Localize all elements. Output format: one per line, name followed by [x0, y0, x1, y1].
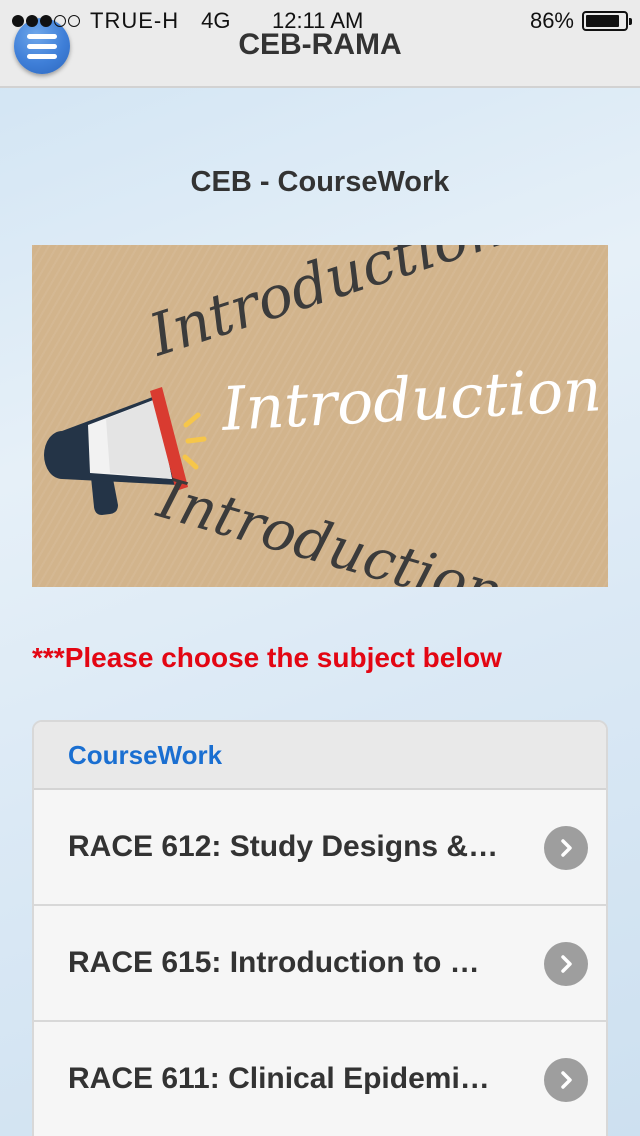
- list-item[interactable]: RACE 611: Clinical Epidemi…: [34, 1022, 606, 1136]
- battery-status: 86%: [529, 8, 632, 34]
- list-item[interactable]: RACE 612: Study Designs &…: [34, 790, 606, 906]
- carrier-name: TRUE-H: [90, 8, 180, 33]
- chevron-right-icon: [544, 942, 588, 986]
- status-bar: TRUE-H 4G 12:11 AM 86%: [0, 0, 640, 40]
- battery-percent: 86%: [529, 8, 574, 33]
- chevron-right-icon: [544, 1058, 588, 1102]
- signal-strength-icon: [12, 15, 80, 27]
- list-item-label: RACE 612: Study Designs &…: [68, 830, 499, 863]
- list-header: CourseWork: [34, 722, 606, 790]
- signal-carrier: TRUE-H 4G: [12, 8, 230, 34]
- choose-subject-notice: ***Please choose the subject below: [32, 642, 502, 673]
- battery-icon: [582, 11, 632, 31]
- list-item-label: RACE 611: Clinical Epidemi…: [68, 1062, 490, 1095]
- list-item[interactable]: RACE 615: Introduction to …: [34, 906, 606, 1022]
- list-item-label: RACE 615: Introduction to …: [68, 946, 480, 979]
- network-type: 4G: [201, 8, 231, 33]
- page-title: CEB - CourseWork: [190, 166, 450, 198]
- introduction-banner-image: Introduction Introduction Introduction: [32, 245, 608, 587]
- clock: 12:11 AM: [272, 8, 364, 33]
- coursework-list: CourseWork RACE 612: Study Designs &… RA…: [32, 720, 608, 1136]
- chevron-right-icon: [544, 826, 588, 870]
